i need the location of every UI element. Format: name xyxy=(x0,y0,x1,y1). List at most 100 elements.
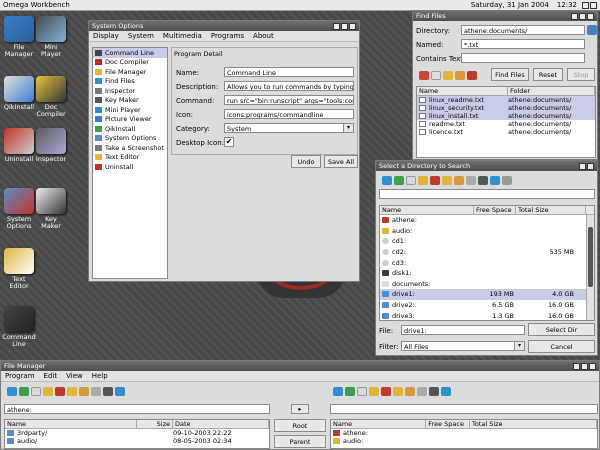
select-dir-button[interactable]: Select Dir xyxy=(528,323,595,336)
result-row[interactable]: linux_readme.txt athene:documents/ xyxy=(417,96,595,104)
named-field[interactable]: *.txt xyxy=(461,39,585,49)
program-list-item[interactable]: Find Files xyxy=(93,77,167,87)
file-row[interactable]: 3rdparty/ 09-10-2003 22:22 xyxy=(5,429,269,437)
move-icon[interactable] xyxy=(405,387,415,396)
undo-button[interactable]: Undo xyxy=(291,155,321,168)
paste-icon[interactable] xyxy=(393,387,403,396)
menu-system[interactable]: System xyxy=(128,32,154,40)
directory-row[interactable]: drive3: 1.3 GB 16.0 GB xyxy=(380,310,594,320)
delete-icon[interactable] xyxy=(467,71,477,80)
close-icon[interactable] xyxy=(349,22,356,30)
total-size-column-header[interactable]: Total Size xyxy=(516,206,586,214)
directory-row[interactable]: drive1: 193 MB 4.0 GB xyxy=(380,289,594,300)
description-field[interactable]: Allows you to run commands by typing in … xyxy=(224,81,354,91)
delete-icon[interactable] xyxy=(429,387,439,396)
key-maker-icon[interactable] xyxy=(36,188,66,214)
icon-field[interactable]: icons:programs/commandline xyxy=(224,109,354,119)
scrollbar[interactable] xyxy=(586,215,594,320)
mini-player-icon[interactable] xyxy=(36,16,66,42)
close-icon[interactable] xyxy=(589,362,596,370)
name-field[interactable]: Command Line xyxy=(224,67,354,77)
name-column-header[interactable]: Name xyxy=(5,420,137,428)
result-row[interactable]: licence.txt athene:documents/ xyxy=(417,128,595,136)
volume-row[interactable]: athene: xyxy=(331,429,597,437)
name-column-header[interactable]: Name xyxy=(417,87,508,95)
directory-row[interactable]: cd2: 535 MB xyxy=(380,247,594,258)
directory-row[interactable]: documents: xyxy=(380,279,594,290)
rename-icon[interactable] xyxy=(417,387,427,396)
reset-button[interactable]: Reset xyxy=(533,68,563,81)
program-list-item[interactable]: Text Editor xyxy=(93,153,167,163)
delete-icon[interactable] xyxy=(478,176,488,185)
right-file-list[interactable]: Name Free Space Total Size athene: audio… xyxy=(330,419,598,449)
forward-icon[interactable] xyxy=(394,176,404,185)
desktop-icon-doc-compiler[interactable]: Doc Compiler xyxy=(26,76,76,118)
desktop-icon-command-line[interactable]: Command Line xyxy=(0,306,44,348)
move-icon[interactable] xyxy=(454,176,464,185)
desktop-icon-text-editor[interactable]: Text Editor xyxy=(0,248,44,290)
directory-row[interactable]: disk1: xyxy=(380,268,594,279)
maximize-icon[interactable] xyxy=(579,12,586,20)
command-line-icon[interactable] xyxy=(4,306,34,332)
delete-icon[interactable] xyxy=(103,387,113,396)
root-button[interactable]: Root xyxy=(274,419,326,432)
program-list-item[interactable]: Picture Viewer xyxy=(93,115,167,125)
program-list-item[interactable]: File Manager xyxy=(93,67,167,77)
left-path-field[interactable]: athene: xyxy=(4,404,270,414)
cut-icon[interactable] xyxy=(419,71,429,80)
menu-multimedia[interactable]: Multimedia xyxy=(163,32,202,40)
folder-icon[interactable] xyxy=(418,176,428,185)
copy-icon[interactable] xyxy=(431,71,441,80)
find-files-titlebar[interactable]: Find Files xyxy=(413,11,597,21)
program-list-item[interactable]: System Options xyxy=(93,134,167,144)
menu-about[interactable]: About xyxy=(253,32,274,40)
folder-icon[interactable] xyxy=(43,387,53,396)
minimize-icon[interactable] xyxy=(582,1,589,9)
text-editor-icon[interactable] xyxy=(4,248,34,274)
cut-icon[interactable] xyxy=(55,387,65,396)
size-column-header[interactable]: Size xyxy=(137,420,173,428)
menu-help[interactable]: Help xyxy=(92,372,108,380)
name-column-header[interactable]: Name xyxy=(331,420,427,428)
iconify-icon[interactable] xyxy=(333,22,340,30)
new-folder-icon[interactable] xyxy=(406,176,416,185)
volume-row[interactable]: audio: xyxy=(331,437,597,445)
menu-edit[interactable]: Edit xyxy=(44,372,58,380)
maximize-icon[interactable] xyxy=(581,362,588,370)
paste-icon[interactable] xyxy=(442,176,452,185)
result-row[interactable]: linux_install.txt athene:documents/ xyxy=(417,112,595,120)
left-file-list[interactable]: Name Size Date 3rdparty/ 09-10-2003 22:2… xyxy=(4,419,270,449)
system-options-titlebar[interactable]: System Options xyxy=(89,21,359,31)
path-field[interactable] xyxy=(379,189,595,199)
free-space-column-header[interactable]: Free Space xyxy=(474,206,516,214)
desktop-icon-key-maker[interactable]: Key Maker xyxy=(26,188,76,230)
desktop-icon-checkbox[interactable]: ✔ xyxy=(224,137,234,147)
file-manager-titlebar[interactable]: File Manager xyxy=(1,361,599,371)
program-list-item[interactable]: Command Line xyxy=(93,48,167,58)
rename-icon[interactable] xyxy=(466,176,476,185)
move-icon[interactable] xyxy=(455,71,465,80)
new-folder-icon[interactable] xyxy=(31,387,41,396)
file-field[interactable]: drive1: xyxy=(401,325,525,335)
save-all-button[interactable]: Save All xyxy=(324,155,358,168)
menu-display[interactable]: Display xyxy=(93,32,119,40)
directory-row[interactable]: athene: xyxy=(380,215,594,226)
forward-icon[interactable] xyxy=(19,387,29,396)
paste-icon[interactable] xyxy=(443,71,453,80)
back-icon[interactable] xyxy=(333,387,343,396)
cut-icon[interactable] xyxy=(381,387,391,396)
move-icon[interactable] xyxy=(79,387,89,396)
find-files-button[interactable]: Find Files xyxy=(491,68,529,81)
menu-view[interactable]: View xyxy=(66,372,83,380)
iconify-icon[interactable] xyxy=(571,12,578,20)
doc-compiler-icon[interactable] xyxy=(36,76,66,102)
directory-row[interactable]: cd3: xyxy=(380,257,594,268)
total-size-column-header[interactable]: Total Size xyxy=(470,420,597,428)
program-list-item[interactable]: Inspector xyxy=(93,86,167,96)
menu-program[interactable]: Program xyxy=(5,372,35,380)
file-row[interactable]: audio/ 08-05-2003 02:34 xyxy=(5,437,269,445)
parent-button[interactable]: Parent xyxy=(274,435,326,448)
refresh-icon[interactable] xyxy=(441,387,451,396)
directory-list[interactable]: Name Free Space Total Size athene: audio… xyxy=(379,205,595,321)
transfer-arrow-button[interactable]: ▸ xyxy=(291,404,309,414)
